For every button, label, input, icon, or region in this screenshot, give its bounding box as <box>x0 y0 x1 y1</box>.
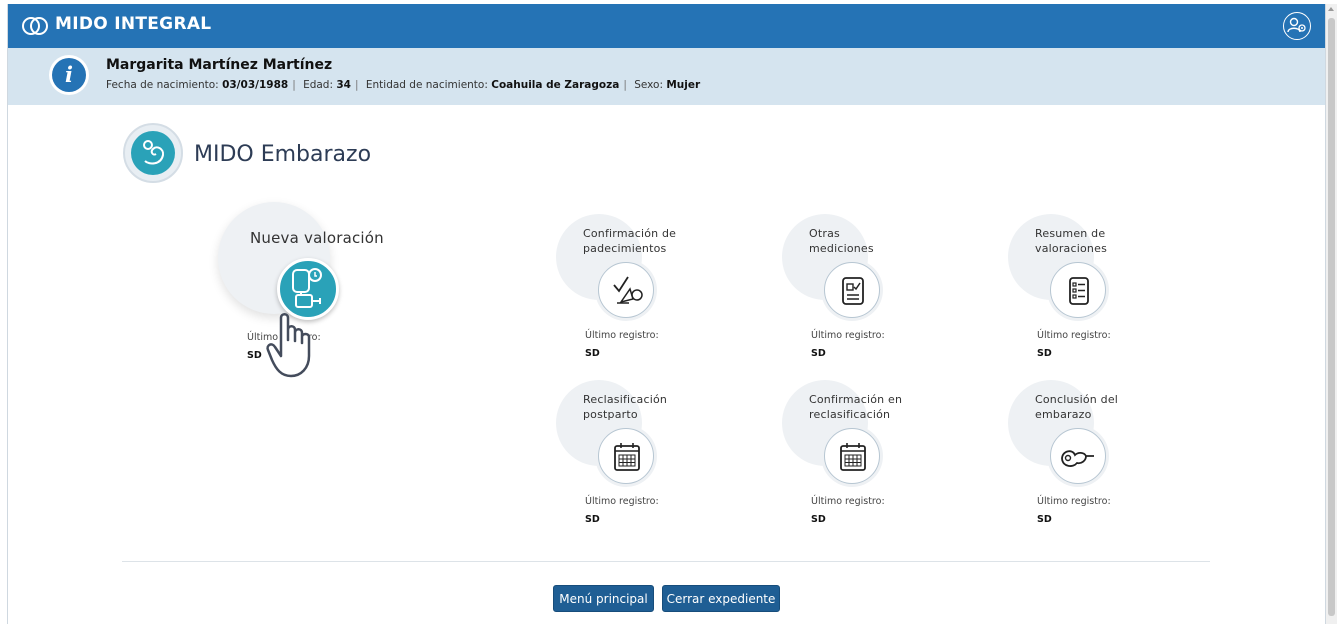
newborn-icon[interactable] <box>1050 428 1106 484</box>
last-record-value: SD <box>1037 514 1052 525</box>
tile-label: Reclasificación postparto <box>583 393 668 421</box>
last-record-value: SD <box>811 348 826 359</box>
app-window: MIDO INTEGRAL i Margarita Martínez Martí… <box>7 4 1326 624</box>
tile-label: Nueva valoración <box>250 229 384 247</box>
tile-label: Conclusión del embarazo <box>1035 393 1119 421</box>
tile-conclusion-embarazo[interactable]: Conclusión del embarazo Último registro:… <box>1008 380 1168 530</box>
calendar-icon[interactable] <box>824 428 880 484</box>
birth-value: 03/03/1988 <box>222 79 289 91</box>
list-icon[interactable] <box>1050 262 1106 318</box>
app-title: MIDO INTEGRAL <box>55 14 212 34</box>
checkmark-stethoscope-icon[interactable] <box>598 262 654 318</box>
patient-banner: i Margarita Martínez Martínez Fecha de n… <box>8 48 1325 105</box>
user-settings-icon[interactable] <box>1283 12 1311 40</box>
tile-reclasificacion-postparto[interactable]: Reclasificación postparto Último registr… <box>556 380 716 530</box>
last-record-value: SD <box>585 514 600 525</box>
sex-label: Sexo: <box>634 79 663 91</box>
tile-confirmacion-padecimientos[interactable]: Confirmación de padecimientos Último reg… <box>556 214 716 364</box>
entity-value: Coahuila de Zaragoza <box>491 79 620 91</box>
sex-value: Mujer <box>666 79 701 91</box>
close-record-button[interactable]: Cerrar expediente <box>662 585 780 612</box>
entity-label: Entidad de nacimiento: <box>365 79 488 91</box>
scroll-up-icon[interactable] <box>1328 7 1334 11</box>
pregnancy-icon <box>123 123 183 183</box>
footer-divider <box>122 561 1210 562</box>
tile-label: Otras mediciones <box>809 227 874 255</box>
hand-cursor-icon <box>266 313 311 378</box>
last-record-value: SD <box>811 514 826 525</box>
tile-label: Confirmación de padecimientos <box>583 227 677 255</box>
patient-details: Fecha de nacimiento: 03/03/1988 | Edad: 3… <box>106 79 701 91</box>
last-record-label: Último registro: <box>1037 330 1111 341</box>
last-record-label: Último registro: <box>811 330 885 341</box>
tile-label: Resumen de valoraciones <box>1035 227 1108 255</box>
birth-label: Fecha de nacimiento: <box>106 79 219 91</box>
tile-otras-mediciones[interactable]: Otras mediciones Último registro: SD <box>782 214 942 364</box>
last-record-label: Último registro: <box>1037 496 1111 507</box>
last-record-label: Último registro: <box>585 330 659 341</box>
checklist-icon[interactable] <box>824 262 880 318</box>
last-record-label: Último registro: <box>811 496 885 507</box>
last-record-value: SD <box>585 348 600 359</box>
patient-name: Margarita Martínez Martínez <box>106 57 333 73</box>
infinity-logo-icon[interactable] <box>20 12 50 40</box>
vertical-scrollbar[interactable] <box>1326 4 1337 624</box>
last-record-label: Último registro: <box>585 496 659 507</box>
last-record-value: SD <box>247 350 262 361</box>
age-label: Edad: <box>303 79 334 91</box>
calendar-icon[interactable] <box>598 428 654 484</box>
tile-label: Confirmación en reclasificación <box>809 393 903 421</box>
info-icon[interactable]: i <box>52 58 86 92</box>
tile-confirmacion-reclasificacion[interactable]: Confirmación en reclasificación Último r… <box>782 380 942 530</box>
top-bar: MIDO INTEGRAL <box>8 4 1325 48</box>
tile-resumen-valoraciones[interactable]: Resumen de valoraciones Último registro:… <box>1008 214 1168 364</box>
tile-nueva-valoracion[interactable]: Nueva valoración Último registro: SD <box>218 202 384 361</box>
main-menu-button[interactable]: Menú principal <box>553 585 654 612</box>
last-record-value: SD <box>1037 348 1052 359</box>
section-title: MIDO Embarazo <box>194 142 372 167</box>
scrollbar-thumb[interactable] <box>1328 18 1335 616</box>
age-value: 34 <box>336 79 351 91</box>
